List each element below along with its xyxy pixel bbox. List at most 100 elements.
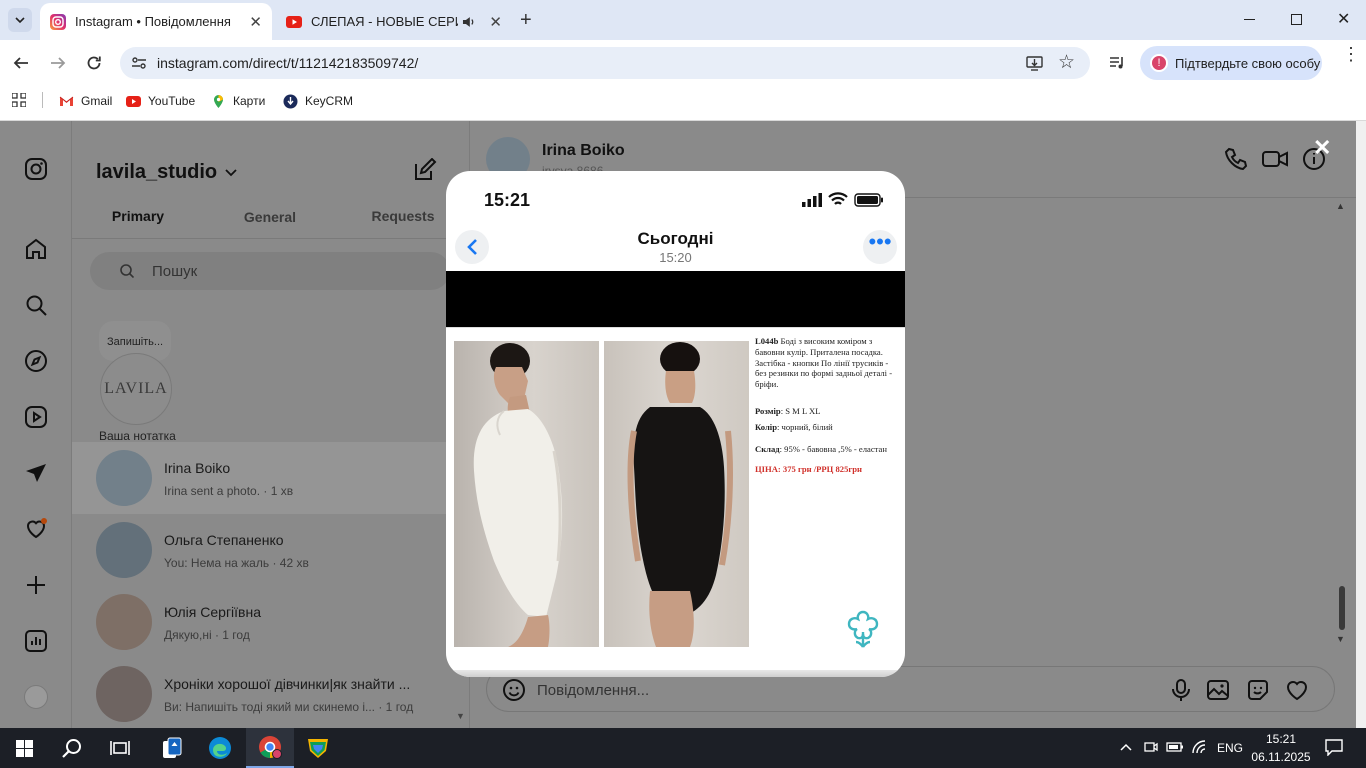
bookmark-star-icon[interactable]: ☆ [1058,51,1075,74]
phone-more-button: ••• [863,230,897,264]
contact-name[interactable]: Irina Boiko [542,142,625,160]
notifications-heart-icon[interactable] [24,517,48,541]
account-switcher[interactable]: lavila_studio [96,161,237,184]
thread-scrollbar-thumb[interactable] [1339,586,1345,630]
apps-grid-icon[interactable] [12,93,26,107]
taskbar-chrome-app[interactable] [246,728,294,768]
inbox-scroll-down-icon[interactable]: ▼ [456,711,465,721]
avatar [96,522,152,578]
more-dots-icon: ••• [868,229,892,254]
explore-compass-icon[interactable] [24,349,48,373]
dashboard-chart-icon[interactable] [24,629,48,653]
tab-youtube[interactable]: СЛЕПАЯ - НОВЫЕ СЕРИИ 2 ✕ [276,3,512,40]
cellular-signal-icon [802,193,822,207]
close-viewer-icon[interactable]: ✕ [1313,135,1331,161]
show-hidden-icons-icon[interactable] [1120,742,1132,752]
thread-row-irina[interactable]: Irina Boiko Irina sent a photo. · 1 хв [72,442,470,514]
bookmark-gmail[interactable]: Gmail [59,92,112,110]
bookmark-maps[interactable]: Карти [211,92,265,110]
notification-center-icon[interactable] [1325,739,1343,756]
note-avatar[interactable]: LAVILA [100,353,172,425]
close-tab-icon[interactable]: ✕ [489,13,502,31]
close-tab-icon[interactable]: ✕ [249,13,262,31]
messages-send-icon[interactable] [24,461,48,485]
search-input[interactable]: Пошук [152,263,197,280]
taskbar-edge-app[interactable] [196,728,244,768]
bookmark-keycrm[interactable]: KeyCRM [283,92,353,110]
search-icon[interactable] [24,293,48,317]
clock-date[interactable]: 06.11.2025 [1246,750,1316,764]
phone-header-time: 15:20 [659,250,692,265]
inbox-panel: lavila_studio Primary General Requests П… [72,121,470,728]
tab-primary[interactable]: Primary [72,197,204,239]
phone-time: 15:21 [484,190,531,210]
media-controls-icon[interactable] [1109,55,1126,71]
product-photo-white [454,341,599,647]
minimize-window-icon[interactable] [1244,19,1255,20]
edge-browser-icon [209,737,231,759]
windows-logo-icon [15,739,33,757]
url-text[interactable]: instagram.com/direct/t/112142183509742/ [157,55,418,71]
back-arrow-icon[interactable] [13,55,29,71]
wifi-tray-icon[interactable] [1192,740,1208,754]
video-call-icon[interactable] [1262,147,1288,171]
battery-tray-icon[interactable] [1166,740,1184,754]
instagram-favicon-icon [50,13,66,30]
reload-icon[interactable] [86,55,102,71]
restore-window-icon[interactable] [1291,14,1302,25]
model-black-bodysuit-illustration [627,342,733,647]
speaker-icon[interactable] [462,15,476,29]
new-tab-button[interactable]: + [520,10,532,30]
thread-row-yulia[interactable]: Юлія Сергіївна Дякую,ні · 1 год [72,586,470,658]
product-photo-black [604,341,749,647]
taskbar-search-button[interactable] [48,728,96,768]
message-input[interactable]: Повідомлення... [537,682,649,699]
instagram-logo-icon[interactable] [24,157,48,181]
note-caption: Ваша нотатка [99,429,176,443]
profile-avatar-small[interactable] [24,685,48,709]
taskbar-solitaire-app[interactable] [148,728,196,768]
reels-icon[interactable] [24,405,48,429]
language-indicator[interactable]: ENG [1217,741,1243,755]
voice-clip-icon[interactable] [1170,678,1192,702]
create-plus-icon[interactable] [24,573,48,597]
scroll-down-icon[interactable]: ▼ [1336,634,1345,644]
task-view-button[interactable] [96,728,144,768]
bookmark-youtube[interactable]: YouTube [126,92,195,110]
thread-row-khroniky[interactable]: Хроніки хорошої дівчинки|як знайти ... В… [72,658,470,728]
profile-alert-icon: ! [1150,54,1168,72]
emoji-icon[interactable] [502,678,526,702]
clock-time[interactable]: 15:21 [1256,732,1306,746]
chrome-icon [259,736,282,759]
webcam-icon[interactable] [1144,740,1158,754]
close-window-icon[interactable]: ✕ [1337,9,1350,29]
scroll-up-icon[interactable]: ▲ [1336,201,1345,211]
audio-call-icon[interactable] [1224,147,1248,171]
sticker-icon[interactable] [1246,678,1270,702]
browser-menu-icon[interactable]: ⋮ [1342,45,1360,63]
battery-icon [854,193,883,207]
page-scrollbar-track [1356,121,1366,728]
task-view-icon [110,741,130,755]
start-button[interactable] [0,728,48,768]
like-heart-icon[interactable] [1285,678,1309,702]
tab-general[interactable]: General [204,197,336,239]
site-info-icon[interactable] [131,55,147,71]
product-code: L044b [755,336,779,346]
instagram-nav [0,121,72,728]
install-app-icon[interactable] [1026,55,1043,71]
new-message-icon[interactable] [413,158,437,182]
profile-verify-chip[interactable]: ! Підтвердьте свою особу [1140,46,1322,80]
tab-instagram[interactable]: Instagram • Повідомлення ✕ [40,3,272,40]
phone-header-title: Сьогодні [637,229,714,248]
keycrm-icon [283,94,298,108]
search-box[interactable] [90,252,450,290]
product-color: Колір: чорний, білий [755,422,833,432]
thread-row-olga[interactable]: Ольга Степаненко You: Нема на жаль · 42 … [72,514,470,586]
wifi-icon [828,192,848,205]
forward-arrow-icon[interactable] [50,55,66,71]
tab-search-button[interactable] [8,8,32,32]
taskbar-app-shield[interactable] [294,728,342,768]
home-icon[interactable] [24,237,48,261]
photo-upload-icon[interactable] [1206,678,1230,702]
